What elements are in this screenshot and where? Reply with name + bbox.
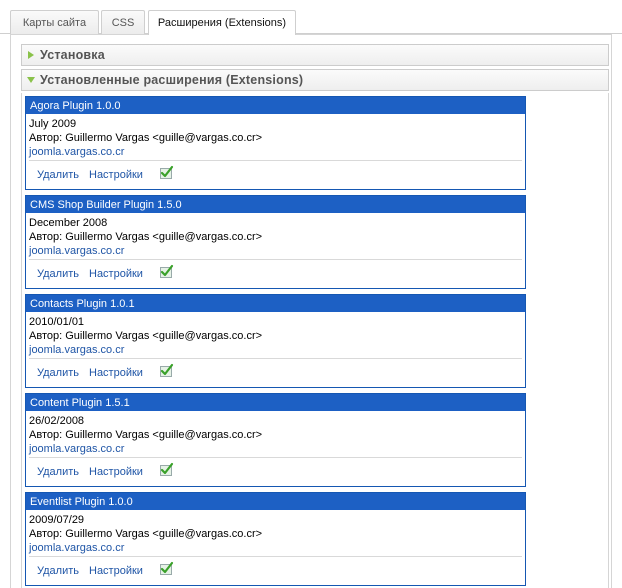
enabled-check-icon[interactable] [159, 462, 174, 477]
extension-url-link[interactable]: joomla.vargas.co.cr [29, 245, 124, 257]
enabled-check-icon[interactable] [159, 561, 174, 576]
extension-title: Eventlist Plugin 1.0.0 [26, 493, 525, 510]
settings-button[interactable]: Настройки [89, 565, 143, 577]
extensions-page: Карты сайта CSS Расширения (Extensions) … [0, 0, 622, 588]
enabled-check-icon[interactable] [159, 363, 174, 378]
enabled-check-icon[interactable] [159, 264, 174, 279]
remove-button[interactable]: Удалить [37, 268, 79, 280]
extension-url-link[interactable]: joomla.vargas.co.cr [29, 146, 124, 158]
card-divider [29, 556, 522, 557]
remove-button[interactable]: Удалить [37, 367, 79, 379]
extensions-panel: Установка Установленные расширения (Exte… [10, 34, 612, 588]
extension-url-link[interactable]: joomla.vargas.co.cr [29, 443, 124, 455]
installed-section-title: Установленные расширения (Extensions) [40, 73, 304, 87]
installed-section-header[interactable]: Установленные расширения (Extensions) [21, 69, 609, 91]
extension-date: July 2009 [29, 118, 77, 130]
extension-card: Eventlist Plugin 1.0.0 2009/07/29 Автор:… [25, 492, 526, 586]
card-divider [29, 358, 522, 359]
extension-author: Автор: Guillermo Vargas <guille@vargas.c… [29, 132, 263, 144]
extension-card: Agora Plugin 1.0.0 July 2009 Автор: Guil… [25, 96, 526, 190]
extension-title: Contacts Plugin 1.0.1 [26, 295, 525, 312]
extension-url-link[interactable]: joomla.vargas.co.cr [29, 542, 124, 554]
card-divider [29, 457, 522, 458]
extension-author: Автор: Guillermo Vargas <guille@vargas.c… [29, 528, 263, 540]
collapse-arrow-icon [22, 77, 40, 83]
tab-bar: Карты сайта CSS Расширения (Extensions) [0, 0, 622, 35]
settings-button[interactable]: Настройки [89, 367, 143, 379]
remove-button[interactable]: Удалить [37, 565, 79, 577]
extension-author: Автор: Guillermo Vargas <guille@vargas.c… [29, 429, 263, 441]
extension-card: CMS Shop Builder Plugin 1.5.0 December 2… [25, 195, 526, 289]
tab-extensions[interactable]: Расширения (Extensions) [148, 10, 296, 35]
extension-title: Agora Plugin 1.0.0 [26, 97, 525, 114]
expand-arrow-icon [22, 51, 40, 59]
extension-card: Contacts Plugin 1.0.1 2010/01/01 Автор: … [25, 294, 526, 388]
extension-author: Автор: Guillermo Vargas <guille@vargas.c… [29, 330, 263, 342]
extension-author: Автор: Guillermo Vargas <guille@vargas.c… [29, 231, 263, 243]
tab-css[interactable]: CSS [101, 10, 145, 34]
extension-date: December 2008 [29, 217, 108, 229]
card-divider [29, 160, 522, 161]
extension-card: Content Plugin 1.5.1 26/02/2008 Автор: G… [25, 393, 526, 487]
settings-button[interactable]: Настройки [89, 169, 143, 181]
extension-date: 2010/01/01 [29, 316, 85, 328]
remove-button[interactable]: Удалить [37, 169, 79, 181]
settings-button[interactable]: Настройки [89, 466, 143, 478]
extension-title: Content Plugin 1.5.1 [26, 394, 525, 411]
extension-date: 26/02/2008 [29, 415, 85, 427]
enabled-check-icon[interactable] [159, 165, 174, 180]
card-divider [29, 259, 522, 260]
remove-button[interactable]: Удалить [37, 466, 79, 478]
extension-url-link[interactable]: joomla.vargas.co.cr [29, 344, 124, 356]
settings-button[interactable]: Настройки [89, 268, 143, 280]
extension-date: 2009/07/29 [29, 514, 85, 526]
install-section-title: Установка [40, 48, 105, 62]
install-section-header[interactable]: Установка [21, 44, 609, 66]
tab-sitemaps[interactable]: Карты сайта [10, 10, 99, 34]
extension-title: CMS Shop Builder Plugin 1.5.0 [26, 196, 525, 213]
